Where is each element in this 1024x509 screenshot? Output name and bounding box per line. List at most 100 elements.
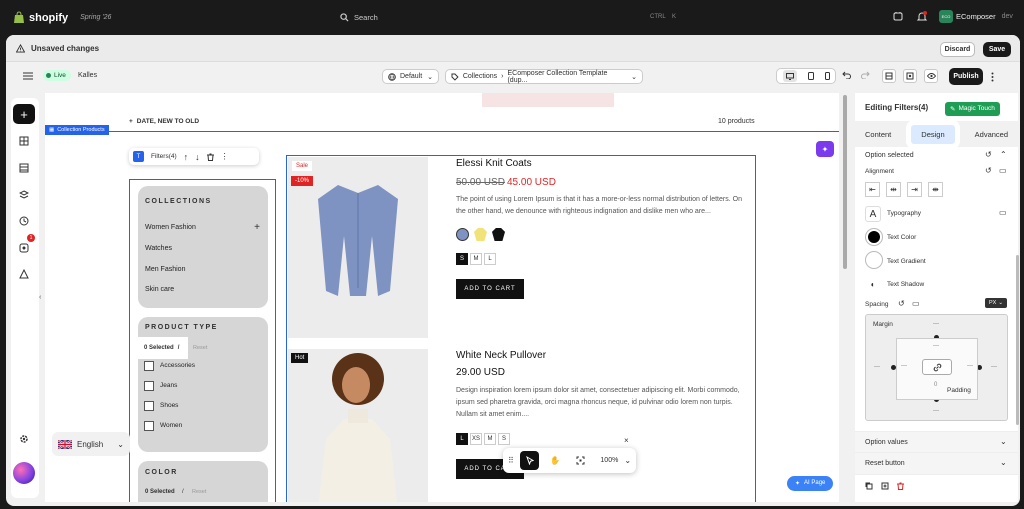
align-left-icon[interactable]: ⇤ — [865, 182, 880, 197]
tab-content[interactable]: Content — [865, 130, 891, 139]
account-menu[interactable]: ECO EComposer dev — [939, 10, 1013, 23]
redo-icon[interactable] — [861, 71, 870, 79]
integrations-icon[interactable] — [19, 269, 29, 279]
collection-item[interactable]: Watches — [145, 245, 172, 252]
text-color-swatch[interactable] — [865, 228, 883, 246]
duplicate-icon[interactable] — [881, 482, 889, 490]
settings-gear-icon[interactable] — [19, 434, 29, 444]
fit-screen-icon[interactable] — [571, 451, 591, 470]
copy-icon[interactable] — [865, 482, 873, 490]
collection-item[interactable]: Women Fashion — [145, 224, 196, 231]
checkbox[interactable] — [144, 381, 154, 391]
sparkle-ai-icon[interactable]: ✦ — [816, 141, 834, 157]
product-title[interactable]: White Neck Pullover — [456, 350, 546, 361]
swatch-blue[interactable] — [456, 228, 469, 241]
notifications-icon[interactable] — [917, 11, 927, 22]
reset-link[interactable]: Reset — [193, 345, 207, 351]
chevron-down-icon[interactable]: ⌄ — [624, 456, 631, 465]
shopify-logo[interactable]: shopify Spring '26 — [13, 11, 111, 24]
magic-touch-button[interactable]: ✎ Magic Touch — [945, 102, 1000, 116]
padding-bottom-value[interactable]: 0 — [934, 382, 937, 388]
tab-design[interactable]: Design — [906, 119, 960, 149]
padding-top-value[interactable]: — — [933, 343, 939, 349]
device-desktop-icon[interactable]: ▭ — [999, 208, 1007, 217]
align-center-icon[interactable]: ⇹ — [886, 182, 901, 197]
size-option[interactable]: M — [484, 433, 496, 445]
margin-bottom-value[interactable]: — — [933, 408, 939, 414]
size-option[interactable]: S — [498, 433, 510, 445]
desktop-icon[interactable] — [782, 70, 797, 82]
type-option[interactable]: Shoes — [160, 402, 178, 409]
stack-icon[interactable] — [19, 190, 29, 200]
scrollbar-thumb[interactable] — [843, 95, 847, 269]
checkbox[interactable] — [144, 361, 154, 371]
align-right-icon[interactable]: ⇥ — [907, 182, 922, 197]
template-picker[interactable]: Collections › EComposer Collection Templ… — [445, 69, 643, 84]
layout-icon[interactable] — [19, 163, 29, 173]
padding-left-value[interactable]: — — [901, 363, 907, 369]
collapse-handle-icon[interactable]: ‹ — [39, 294, 43, 302]
reset-icon[interactable]: ↺ — [985, 150, 992, 159]
ai-assistant-avatar[interactable] — [13, 462, 35, 484]
language-selector[interactable]: English ⌄ — [52, 432, 130, 456]
text-gradient-swatch[interactable] — [865, 251, 883, 269]
delete-icon[interactable] — [206, 153, 214, 161]
menu-icon[interactable] — [23, 72, 33, 80]
collection-item[interactable]: Men Fashion — [145, 266, 185, 273]
reset-icon[interactable]: ↺ — [985, 166, 992, 175]
drag-handle-icon[interactable]: ⠿ — [508, 456, 514, 465]
margin-right-value[interactable]: — — [991, 364, 997, 370]
size-option[interactable]: XS — [470, 433, 482, 445]
text-shadow-label[interactable]: Text Shadow — [887, 281, 924, 288]
layers-icon[interactable] — [882, 69, 896, 83]
add-to-cart-button[interactable]: ADD TO CART — [456, 279, 524, 299]
checkbox[interactable] — [144, 401, 154, 411]
publish-button[interactable]: Publish — [949, 68, 983, 85]
link-icon[interactable] — [922, 359, 952, 375]
size-option[interactable]: L — [484, 253, 496, 265]
canvas-scrollbar[interactable] — [841, 93, 849, 502]
sections-icon[interactable] — [19, 136, 29, 146]
padding-right-value[interactable]: — — [967, 363, 973, 369]
search-bar[interactable]: Search CTRL K — [340, 9, 682, 25]
history-icon[interactable] — [19, 216, 29, 226]
color-reset-link[interactable]: Reset — [192, 489, 206, 495]
discard-button[interactable]: Discard — [940, 42, 975, 57]
inspect-icon[interactable] — [903, 69, 917, 83]
device-desktop-icon[interactable]: ▭ — [999, 166, 1007, 175]
product-title[interactable]: Elessi Knit Coats — [456, 158, 532, 169]
size-option[interactable]: S — [456, 253, 468, 265]
collection-item[interactable]: Skin care — [145, 286, 174, 293]
swatch-yellow[interactable] — [474, 228, 487, 241]
apps-icon[interactable] — [893, 11, 903, 21]
trash-icon[interactable] — [897, 482, 904, 490]
template-select[interactable]: Default ⌄ — [382, 69, 439, 84]
apps-grid-icon[interactable] — [19, 243, 29, 253]
swatch-black[interactable] — [492, 228, 505, 241]
option-values-section[interactable]: Option values ⌄ — [855, 431, 1018, 453]
reset-button-section[interactable]: Reset button ⌄ — [855, 453, 1018, 475]
preview-eye-icon[interactable] — [924, 69, 938, 83]
margin-top-value[interactable]: — — [933, 321, 939, 327]
more-options-icon[interactable] — [991, 72, 994, 82]
margin-left-value[interactable]: — — [874, 364, 880, 370]
product-image[interactable] — [288, 349, 428, 502]
ai-page-button[interactable]: ✦ AI Page — [787, 476, 834, 491]
chevron-up-icon[interactable]: ⌃ — [1000, 150, 1007, 159]
add-element-icon[interactable]: + — [13, 104, 35, 124]
typography-label[interactable]: Typography — [887, 210, 921, 217]
hand-tool-icon[interactable]: ✋ — [545, 451, 565, 470]
move-down-icon[interactable]: ↓ — [195, 152, 200, 162]
close-icon[interactable]: × — [624, 436, 629, 445]
save-button[interactable]: Save — [983, 42, 1011, 57]
size-option[interactable]: M — [470, 253, 482, 265]
section-tag[interactable]: ▦ Collection Products — [45, 125, 109, 135]
type-option[interactable]: Accessories — [160, 362, 195, 369]
reset-icon[interactable]: ↺ — [898, 299, 905, 308]
undo-icon[interactable] — [842, 71, 851, 79]
type-option[interactable]: Jeans — [160, 382, 177, 389]
filters-tag-label[interactable]: Filters(4) — [151, 153, 177, 160]
unit-select[interactable]: PX ⌄ — [985, 298, 1007, 308]
tablet-icon[interactable] — [807, 72, 814, 80]
mobile-icon[interactable] — [824, 72, 830, 80]
